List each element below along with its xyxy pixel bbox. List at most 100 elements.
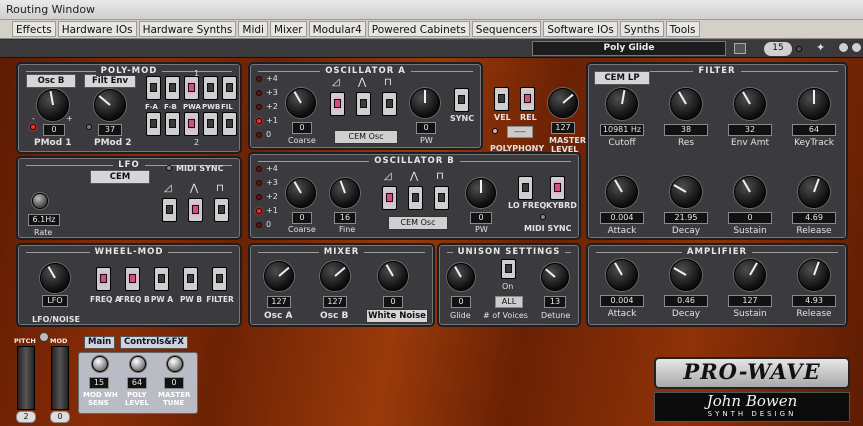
lfo-pulse-switch[interactable] (214, 198, 229, 222)
polymod-source2-select[interactable]: Filt Env (84, 74, 136, 88)
wheelmod-dest-switch-3[interactable] (183, 267, 198, 291)
polymod-row1-switch-2[interactable] (184, 76, 199, 100)
pin-icon[interactable]: ✦ (816, 42, 825, 54)
wheelmod-dest-switch-4[interactable] (212, 267, 227, 291)
osc-b-kybrd-switch[interactable] (550, 176, 565, 200)
patch-number[interactable]: 15 (764, 42, 792, 56)
lfo-tri-switch[interactable] (188, 198, 203, 222)
osc-a-saw-switch[interactable] (330, 92, 345, 116)
osc-a-sync-switch[interactable] (454, 88, 469, 112)
polymod-row1-switch-4[interactable] (222, 76, 237, 100)
osc-b-fine-knob[interactable] (330, 178, 360, 208)
polymod-row2-switch-4[interactable] (222, 112, 237, 136)
oscA-octave-led-3[interactable] (256, 118, 262, 124)
unison-on-switch[interactable] (501, 259, 516, 279)
wheelmod-dest-switch-2[interactable] (154, 267, 169, 291)
filter-sustain-knob[interactable] (734, 176, 766, 208)
osc-b-coarse-knob[interactable] (286, 178, 316, 208)
osc-b-lofreq-switch[interactable] (518, 176, 533, 200)
lfo-type-select[interactable]: CEM (90, 170, 150, 184)
filter-envamt-knob[interactable] (734, 88, 766, 120)
polymod-row2-switch-1[interactable] (165, 112, 180, 136)
polymod-row2-switch-0[interactable] (146, 112, 161, 136)
osc-a-pulse-switch[interactable] (382, 92, 397, 116)
filter-keytrack-knob[interactable] (798, 88, 830, 120)
filter-attack-knob[interactable] (606, 176, 638, 208)
oscB-octave-led-3[interactable] (256, 208, 262, 214)
oscB-octave-led-2[interactable] (256, 194, 262, 200)
power-icon[interactable] (838, 42, 849, 53)
polymod-row1-switch-1[interactable] (165, 76, 180, 100)
polymod-row1-switch-0[interactable] (146, 76, 161, 100)
filter-cutoff-knob[interactable] (606, 88, 638, 120)
menu-item-10[interactable]: Tools (665, 21, 700, 37)
menu-item-9[interactable]: Synths (619, 21, 664, 37)
lfo-saw-switch[interactable] (162, 198, 177, 222)
filter-res-knob[interactable] (670, 88, 702, 120)
osc-b-saw-switch[interactable] (382, 186, 397, 210)
menu-item-8[interactable]: Software IOs (543, 21, 618, 37)
oscA-octave-led-1[interactable] (256, 90, 262, 96)
velocity-switch[interactable] (494, 87, 509, 111)
oscA-octave-led-0[interactable] (256, 76, 262, 82)
collapse-icon[interactable] (851, 42, 862, 53)
filter-decay-knob[interactable] (670, 176, 702, 208)
mixer-noise-knob[interactable] (378, 261, 408, 291)
voices-value[interactable]: ALL (495, 296, 523, 308)
browse-icon[interactable] (734, 43, 746, 54)
polyphony-value[interactable]: ---- (507, 126, 533, 138)
mod-wheel[interactable] (51, 346, 69, 410)
pmod2-knob[interactable] (94, 89, 126, 121)
amp-decay-knob[interactable] (670, 259, 702, 291)
mixer-osc-b-knob[interactable] (320, 261, 350, 291)
wheelmod-dest-switch-0[interactable] (96, 267, 111, 291)
menu-item-4[interactable]: Mixer (269, 21, 307, 37)
glide-knob[interactable] (447, 263, 475, 291)
filter-release-knob[interactable] (798, 176, 830, 208)
osc-b-pulse-switch[interactable] (434, 186, 449, 210)
poly-level-knob[interactable] (130, 356, 146, 372)
polymod-row2-switch-2[interactable] (184, 112, 199, 136)
osc-b-type-select[interactable]: CEM Osc (388, 216, 448, 230)
wheel-link-icon[interactable] (39, 332, 49, 342)
oscA-octave-led-4[interactable] (256, 132, 262, 138)
master-tune-knob[interactable] (167, 356, 183, 372)
menu-item-2[interactable]: Hardware Synths (138, 21, 237, 37)
osc-b-pw-knob[interactable] (466, 178, 496, 208)
pmod1-knob[interactable] (37, 89, 69, 121)
detune-knob[interactable] (541, 263, 569, 291)
menu-item-3[interactable]: Midi (238, 21, 268, 37)
polymod-source1-select[interactable]: Osc B (26, 74, 76, 88)
oscB-octave-led-4[interactable] (256, 222, 262, 228)
osc-a-tri-switch[interactable] (356, 92, 371, 116)
amp-release-knob[interactable] (798, 259, 830, 291)
mixer-osc-a-knob[interactable] (264, 261, 294, 291)
menu-item-1[interactable]: Hardware IOs (57, 21, 137, 37)
osc-a-pw-knob[interactable] (410, 88, 440, 118)
menu-item-7[interactable]: Sequencers (471, 21, 542, 37)
lfo-rate-knob[interactable] (32, 193, 48, 209)
patch-name-display[interactable]: Poly Glide (532, 41, 726, 56)
release-switch[interactable] (520, 87, 535, 111)
polymod-row1-switch-3[interactable] (203, 76, 218, 100)
wheelmod-dest-switch-1[interactable] (125, 267, 140, 291)
osc-a-type-select[interactable]: CEM Osc (334, 130, 398, 144)
menu-item-5[interactable]: Modular4 (308, 21, 366, 37)
pitch-wheel[interactable] (17, 346, 35, 410)
oscB-octave-led-1[interactable] (256, 180, 262, 186)
amp-sustain-knob[interactable] (734, 259, 766, 291)
menu-item-6[interactable]: Powered Cabinets (367, 21, 470, 37)
osc-b-tri-switch[interactable] (408, 186, 423, 210)
modwheel-sens-knob[interactable] (92, 356, 108, 372)
osc-a-coarse-knob[interactable] (286, 88, 316, 118)
menu-item-0[interactable]: Effects (12, 21, 56, 37)
oscB-octave-led-0[interactable] (256, 166, 262, 172)
master-level-knob[interactable] (548, 88, 578, 118)
tab-controls-fx[interactable]: Controls&FX (120, 336, 188, 349)
wheelmod-source-knob[interactable] (40, 263, 70, 293)
amp-attack-knob[interactable] (606, 259, 638, 291)
polymod-row2-switch-3[interactable] (203, 112, 218, 136)
tab-main[interactable]: Main (84, 336, 116, 349)
filter-type-select[interactable]: CEM LP (594, 71, 650, 85)
oscA-octave-led-2[interactable] (256, 104, 262, 110)
